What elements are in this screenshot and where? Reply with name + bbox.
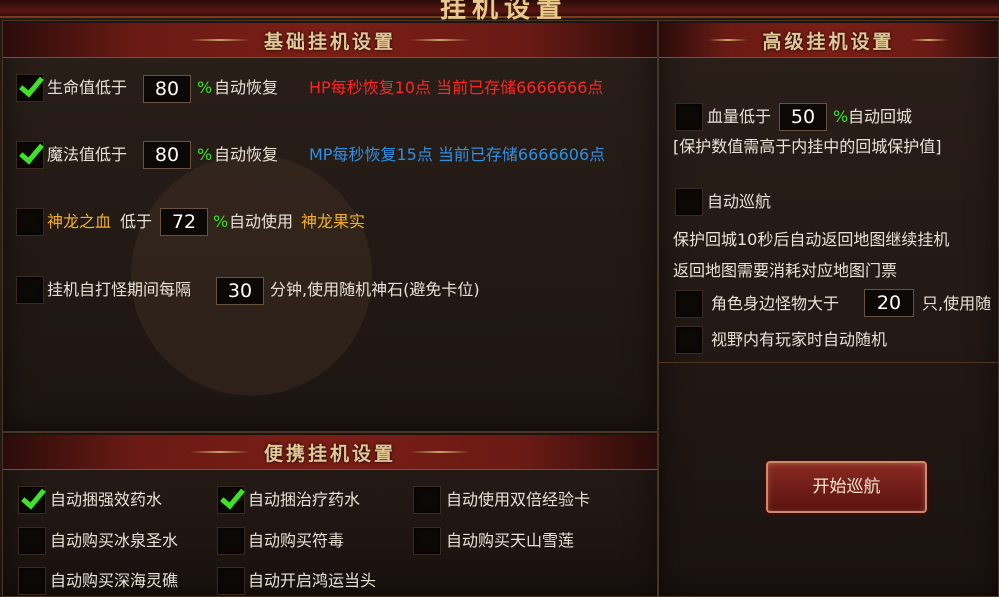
portable-item-checkbox[interactable]: [413, 486, 441, 514]
portable-settings-header: 便携挂机设置: [3, 435, 657, 470]
random-stone-interval-label: 挂机自打怪期间每隔: [47, 280, 192, 299]
mp-percent-sign: %: [197, 145, 213, 164]
hp-auto-recover-checkbox[interactable]: [16, 74, 44, 102]
portable-item-label: 自动使用双倍经验卡: [446, 490, 591, 509]
basic-settings-header: 基础挂机设置: [3, 23, 657, 58]
random-stone-suffix-label: 分钟,使用随机神石(避免卡位): [270, 280, 480, 299]
portable-item-label: 自动捆治疗药水: [248, 490, 361, 509]
monster-count-suffix: 只,使用随: [922, 294, 992, 313]
portable-item-label: 自动购买冰泉圣水: [50, 531, 179, 550]
portable-item-checkbox[interactable]: [18, 567, 46, 595]
portable-item-checkbox[interactable]: [18, 486, 46, 514]
advanced-settings-title: 高级挂机设置: [762, 30, 895, 53]
auto-cruise-checkbox[interactable]: [675, 188, 703, 216]
monster-count-checkbox[interactable]: [675, 290, 703, 318]
hp-percent-sign: %: [197, 78, 213, 97]
portable-item-checkbox[interactable]: [217, 567, 245, 595]
random-stone-interval-input[interactable]: 30: [216, 277, 264, 305]
hp-return-city-input[interactable]: 50: [779, 103, 827, 131]
player-in-view-label: 视野内有玩家时自动随机: [711, 330, 888, 349]
hp-auto-recover-label: 自动恢复: [214, 78, 279, 97]
mp-regen-info: MP每秒恢复15点 当前已存储6666606点: [309, 145, 606, 164]
header-ornament: [189, 39, 250, 41]
cruise-note-ticket: 返回地图需要消耗对应地图门票: [673, 261, 898, 280]
portable-settings-title: 便携挂机设置: [263, 442, 396, 465]
advanced-settings-header: 高级挂机设置: [659, 23, 998, 58]
player-in-view-checkbox[interactable]: [675, 326, 703, 354]
random-stone-checkbox[interactable]: [16, 276, 44, 304]
advanced-divider: [658, 362, 999, 363]
header-ornament: [189, 451, 250, 453]
portable-item-label: 自动捆强效药水: [50, 490, 163, 509]
title-bar: 挂机设置: [0, 0, 999, 24]
mp-auto-recover-label: 自动恢复: [214, 145, 279, 164]
header-ornament: [708, 39, 749, 41]
portable-item-checkbox[interactable]: [18, 527, 46, 555]
hp-return-city-label: 血量低于: [707, 107, 772, 126]
portable-item-checkbox[interactable]: [217, 527, 245, 555]
monster-count-input[interactable]: 20: [864, 289, 914, 317]
dragon-blood-auto-use-label: 自动使用: [229, 212, 294, 231]
hp-return-city-suffix: 自动回城: [848, 107, 913, 126]
start-cruise-button[interactable]: 开始巡航: [766, 461, 927, 513]
auto-cruise-label: 自动巡航: [707, 192, 772, 211]
dragon-blood-percent-sign: %: [213, 212, 229, 231]
portable-item-label: 自动购买天山雪莲: [446, 531, 575, 550]
return-city-note: [保护数值需高于内挂中的回城保护值]: [673, 137, 942, 156]
portable-item-label: 自动购买深海灵礁: [50, 571, 179, 590]
portable-item-label: 自动开启鸿运当头: [248, 571, 377, 590]
header-ornament: [410, 39, 470, 41]
mp-threshold-input[interactable]: 80: [143, 141, 191, 169]
dragon-blood-threshold-label: 低于: [120, 212, 153, 231]
mp-threshold-label: 魔法值低于: [47, 145, 128, 164]
cruise-note-return: 保护回城10秒后自动返回地图继续挂机: [673, 230, 950, 249]
dragon-blood-threshold-input[interactable]: 72: [160, 208, 208, 236]
basic-settings-title: 基础挂机设置: [263, 30, 396, 53]
hp-threshold-input[interactable]: 80: [143, 75, 191, 103]
portable-item-checkbox[interactable]: [217, 486, 245, 514]
header-ornament: [410, 451, 470, 453]
dragon-blood-checkbox[interactable]: [16, 208, 44, 236]
header-ornament: [908, 39, 949, 41]
portable-item-checkbox[interactable]: [413, 527, 441, 555]
monster-count-label: 角色身边怪物大于: [711, 294, 840, 313]
portable-item-label: 自动购买符毒: [248, 531, 345, 550]
dragon-fruit-item-name: 神龙果实: [301, 212, 366, 231]
dragon-blood-item-name: 神龙之血: [47, 212, 112, 231]
hp-return-city-percent-sign: %: [833, 107, 849, 126]
hp-regen-info: HP每秒恢复10点 当前已存储6666666点: [309, 78, 604, 97]
hp-threshold-label: 生命值低于: [47, 78, 128, 97]
hp-return-city-checkbox[interactable]: [675, 103, 703, 131]
mp-auto-recover-checkbox[interactable]: [16, 141, 44, 169]
